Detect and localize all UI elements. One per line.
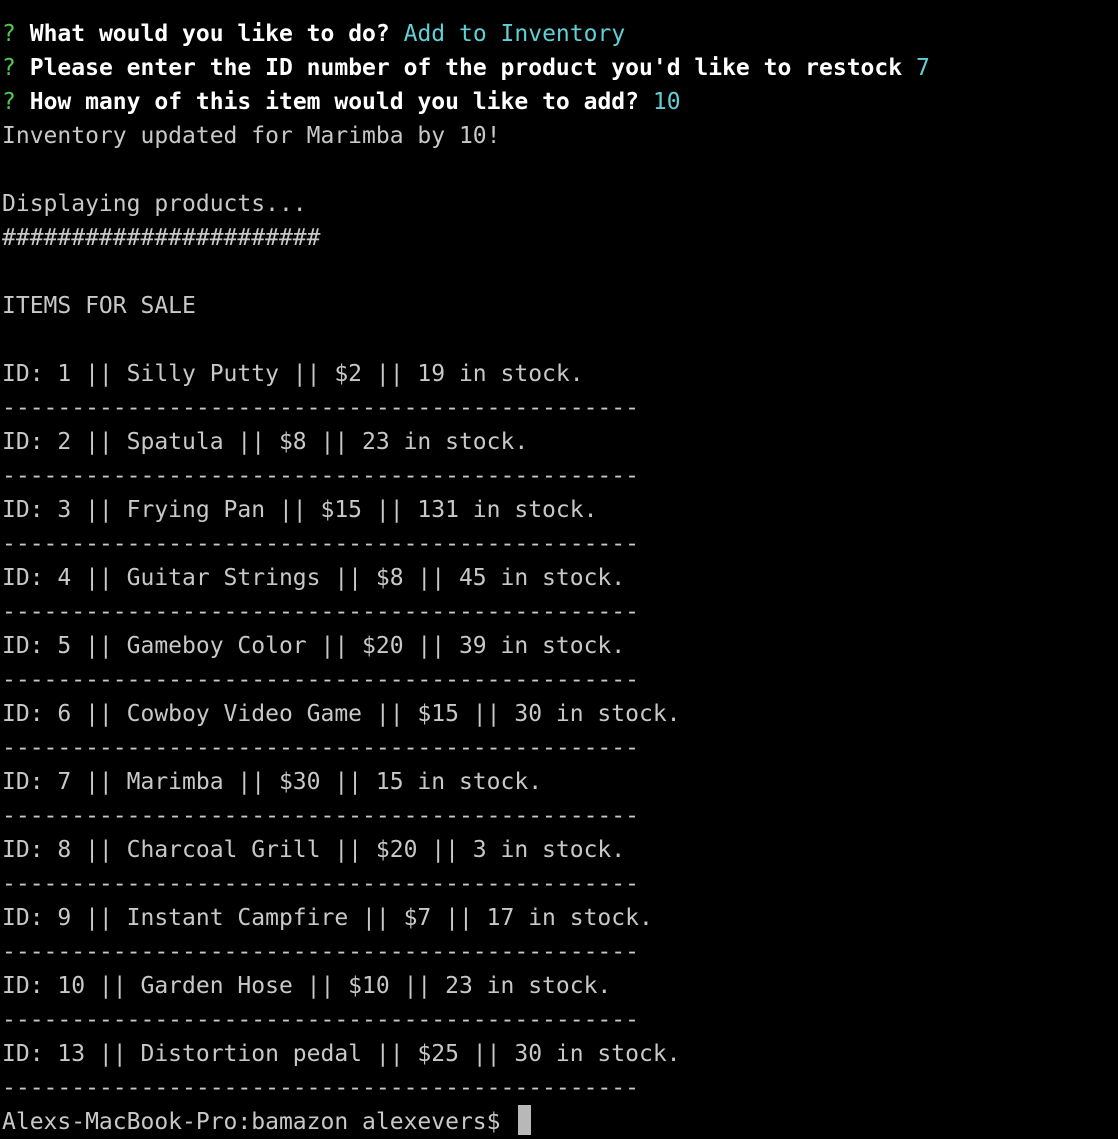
prompt-answer: 7 [915, 55, 930, 81]
prompt-line-id: ? Please enter the ID number of the prod… [2, 51, 1114, 85]
question-mark: ? [2, 55, 16, 81]
prompt-answer: 10 [652, 89, 681, 115]
separator-line: ----------------------------------------… [2, 531, 639, 557]
shell-prompt: Alexs-MacBook-Pro:bamazon alexevers$ [2, 1109, 501, 1135]
product-row: ID: 10 || Garden Hose || $10 || 23 in st… [2, 973, 612, 999]
product-list: ID: 1 || Silly Putty || $2 || 19 in stoc… [2, 357, 1114, 1105]
shell-prompt-line[interactable]: Alexs-MacBook-Pro:bamazon alexevers$ [2, 1105, 1114, 1139]
prompt-line-quantity: ? How many of this item would you like t… [2, 85, 1114, 119]
separator-line: ----------------------------------------… [2, 939, 639, 965]
product-row: ID: 1 || Silly Putty || $2 || 19 in stoc… [2, 361, 584, 387]
separator-line: ----------------------------------------… [2, 667, 639, 693]
text-cursor [518, 1105, 532, 1135]
separator-line: ----------------------------------------… [2, 395, 639, 421]
items-header: ITEMS FOR SALE [2, 293, 196, 319]
question-mark: ? [2, 89, 16, 115]
separator-line: ----------------------------------------… [2, 803, 639, 829]
prompt-question: Please enter the ID number of the produc… [29, 55, 903, 81]
separator-line: ----------------------------------------… [2, 1007, 639, 1033]
prompt-question: How many of this item would you like to … [29, 89, 639, 115]
product-row: ID: 9 || Instant Campfire || $7 || 17 in… [2, 905, 653, 931]
product-row: ID: 7 || Marimba || $30 || 15 in stock. [2, 769, 543, 795]
displaying-message: Displaying products... [2, 191, 307, 217]
product-row: ID: 4 || Guitar Strings || $8 || 45 in s… [2, 565, 626, 591]
separator-line: ----------------------------------------… [2, 735, 639, 761]
prompt-question: What would you like to do? [29, 21, 390, 47]
prompt-line-action: ? What would you like to do? Add to Inve… [2, 17, 1114, 51]
separator-line: ----------------------------------------… [2, 463, 639, 489]
terminal-output[interactable]: ? What would you like to do? Add to Inve… [2, 17, 1114, 1139]
separator-line: ----------------------------------------… [2, 871, 639, 897]
separator-line: ----------------------------------------… [2, 599, 639, 625]
separator-line: ----------------------------------------… [2, 1075, 639, 1101]
product-row: ID: 13 || Distortion pedal || $25 || 30 … [2, 1041, 681, 1067]
product-row: ID: 5 || Gameboy Color || $20 || 39 in s… [2, 633, 626, 659]
hash-progress-line: ####################### [2, 225, 321, 251]
prompt-answer: Add to Inventory [403, 21, 626, 47]
product-row: ID: 8 || Charcoal Grill || $20 || 3 in s… [2, 837, 626, 863]
product-row: ID: 6 || Cowboy Video Game || $15 || 30 … [2, 701, 681, 727]
product-row: ID: 2 || Spatula || $8 || 23 in stock. [2, 429, 529, 455]
product-row: ID: 3 || Frying Pan || $15 || 131 in sto… [2, 497, 598, 523]
question-mark: ? [2, 21, 16, 47]
update-message: Inventory updated for Marimba by 10! [2, 123, 501, 149]
